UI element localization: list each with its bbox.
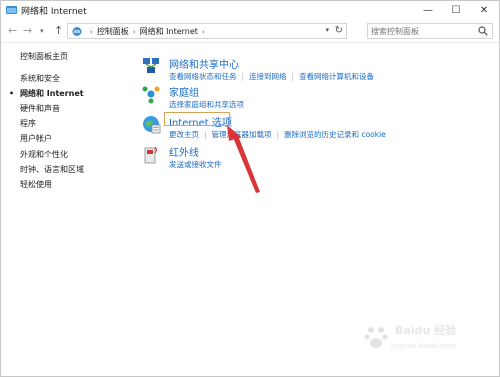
baidu-paw-logo-icon bbox=[364, 327, 388, 348]
watermark-text: Baidu 经验 bbox=[395, 324, 457, 337]
watermark: Baidu 经验 jingyan.baidu.com bbox=[355, 318, 485, 370]
control-panel-window: 网络和 Internet — ☐ ✕ ← → ▾ ↑ › 控制面板 › 网络和 Int… bbox=[0, 0, 500, 377]
watermark-url: jingyan.baidu.com bbox=[391, 342, 456, 350]
